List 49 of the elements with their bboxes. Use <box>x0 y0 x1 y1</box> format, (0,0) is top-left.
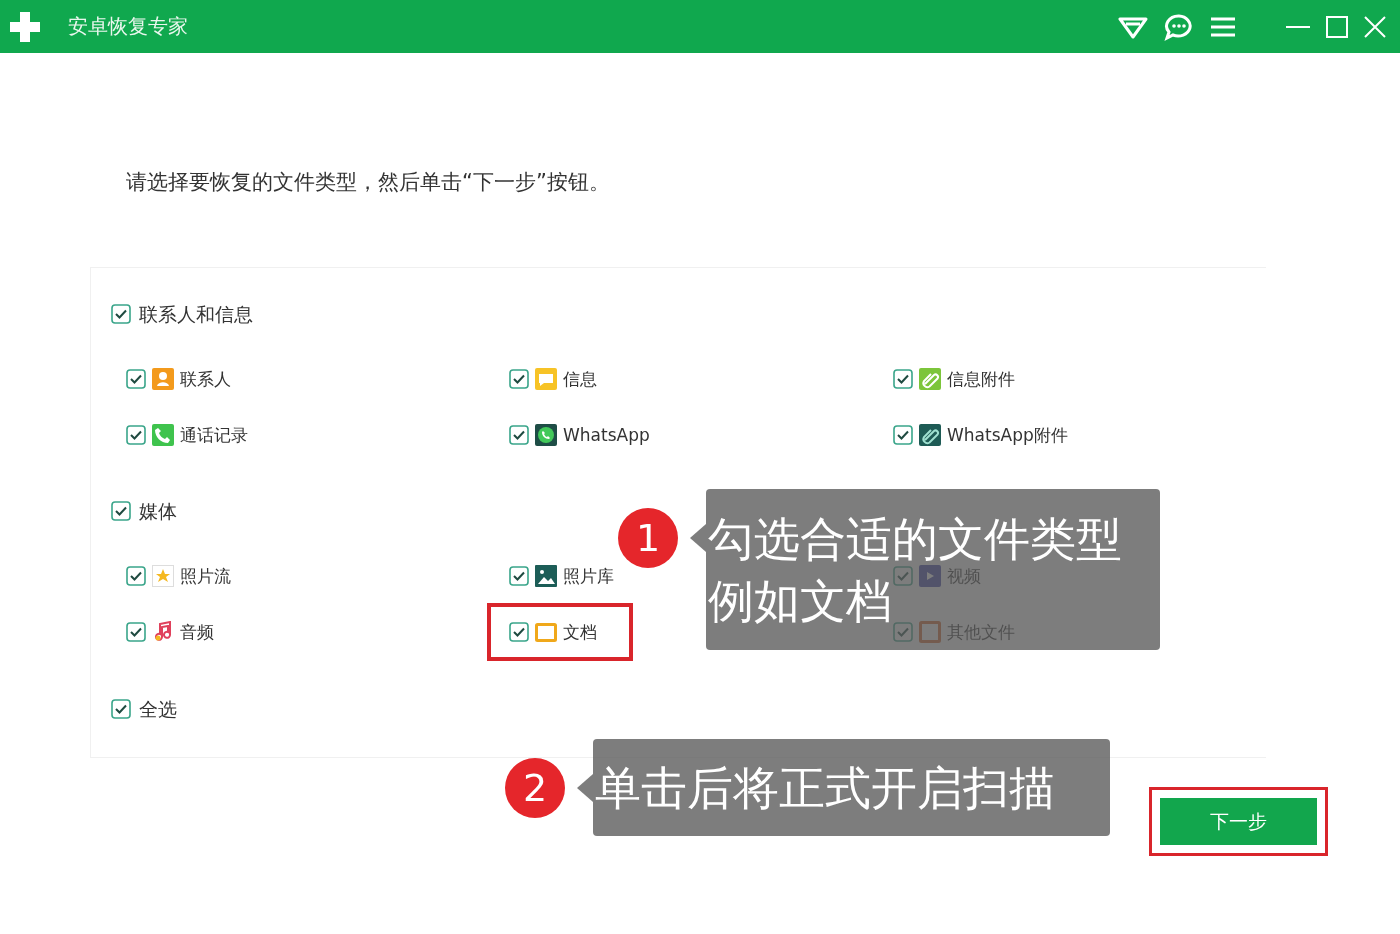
image-icon <box>535 565 557 587</box>
checkbox[interactable] <box>893 369 913 389</box>
message-icon <box>535 368 557 390</box>
checkbox[interactable] <box>126 622 146 642</box>
checkbox[interactable] <box>111 699 131 719</box>
file-type-label: 信息附件 <box>947 368 1015 391</box>
maximize-icon[interactable] <box>1326 15 1348 38</box>
menu-icon[interactable] <box>1210 15 1236 38</box>
step-number: 2 <box>505 757 565 818</box>
select-all-label: 全选 <box>139 697 177 722</box>
file-type-label: 音频 <box>180 621 214 644</box>
checkbox[interactable] <box>126 425 146 445</box>
file-type-label: 文档 <box>563 621 597 644</box>
minimize-icon[interactable] <box>1286 24 1310 29</box>
file-type-label: 照片库 <box>563 565 614 588</box>
checkbox[interactable] <box>509 566 529 586</box>
step-number: 1 <box>618 508 678 568</box>
checkbox[interactable] <box>111 304 131 324</box>
category-label: 联系人和信息 <box>139 302 253 327</box>
file-type-label: 信息 <box>563 368 597 391</box>
callout-text: 例如文档 <box>707 572 892 630</box>
phone-icon <box>152 424 174 446</box>
checkbox[interactable] <box>126 566 146 586</box>
callout-text: 单击后将正式开启扫描 <box>594 759 1055 817</box>
file-type-label: 联系人 <box>180 368 231 391</box>
music-note-icon <box>152 621 174 643</box>
window-title: 安卓恢复专家 <box>68 13 188 40</box>
checkbox[interactable] <box>509 369 529 389</box>
file-type-label: WhatsApp <box>563 424 650 447</box>
close-icon[interactable] <box>1364 15 1386 38</box>
paperclip-icon <box>919 368 941 390</box>
checkbox[interactable] <box>126 369 146 389</box>
contact-icon <box>152 368 174 390</box>
paperclip-icon <box>919 424 941 446</box>
file-type-label: 照片流 <box>180 565 231 588</box>
checkbox[interactable] <box>893 425 913 445</box>
next-button[interactable]: 下一步 <box>1160 798 1317 845</box>
plus-logo-icon <box>8 9 42 44</box>
callout-text: 勾选合适的文件类型 <box>707 510 1122 568</box>
chat-icon[interactable] <box>1164 12 1194 41</box>
checkbox[interactable] <box>509 425 529 445</box>
checkbox[interactable] <box>111 501 131 521</box>
file-type-label: WhatsApp附件 <box>947 424 1068 447</box>
instruction-text: 请选择要恢复的文件类型，然后单击“下一步”按钮。 <box>126 169 611 196</box>
folder-icon <box>535 621 557 643</box>
category-label: 媒体 <box>139 499 177 524</box>
checkbox[interactable] <box>509 622 529 642</box>
chat-bubble-icon <box>535 424 557 446</box>
file-type-label: 通话记录 <box>180 424 248 447</box>
